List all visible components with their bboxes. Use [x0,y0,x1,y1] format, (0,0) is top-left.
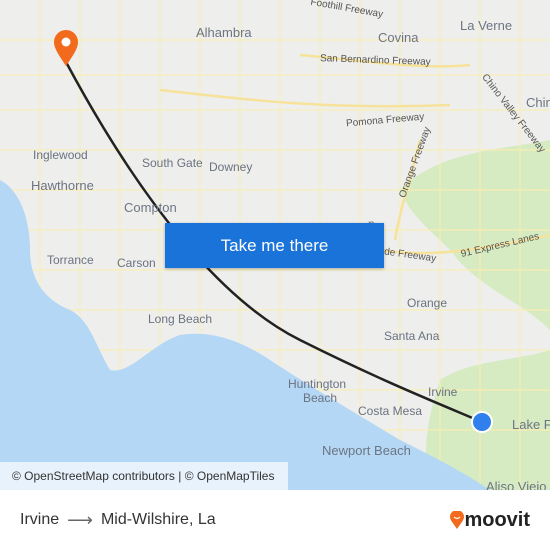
origin-name: Irvine [20,511,60,528]
footer: Irvine ⟶ Mid-Wilshire, La moovit [0,490,550,550]
origin-marker[interactable] [471,411,493,433]
map-label: Irvine [428,385,458,399]
map-label: La Verne [460,18,513,33]
map-label: Carson [117,256,156,270]
map-label: Costa Mesa [358,404,423,418]
arrow-right-icon: ⟶ [67,509,93,530]
moovit-pin-icon [450,511,465,529]
map-label: Beach [303,391,338,405]
route-summary: Irvine ⟶ Mid-Wilshire, La [20,510,216,531]
map-label: South Gate [142,156,203,170]
map-label: Huntington [288,377,347,391]
brand-name: moovit [464,508,530,531]
map[interactable]: Alhambra Covina La Verne Chin Inglewood … [0,0,550,490]
map-label: Inglewood [33,148,88,162]
moovit-logo: moovit [450,509,530,532]
map-label: Long Beach [148,312,213,326]
map-label: Lake F [512,417,550,432]
take-me-there-button[interactable]: Take me there [165,223,384,268]
map-label: Alhambra [196,25,252,40]
map-label: Covina [378,30,419,45]
map-label: Compton [124,200,177,215]
map-label: Torrance [47,253,94,267]
map-label: Santa Ana [384,329,440,343]
map-label: Aliso Viejo [486,479,547,490]
destination-name: Mid-Wilshire, La [100,511,216,528]
map-label: Hawthorne [31,178,94,193]
map-attribution[interactable]: © OpenStreetMap contributors | © OpenMap… [0,462,288,490]
map-label: Newport Beach [322,443,411,458]
map-label: Downey [209,160,253,174]
map-label: Chin [526,95,550,110]
map-label: Orange [407,296,448,310]
destination-pin-icon[interactable] [54,30,78,66]
